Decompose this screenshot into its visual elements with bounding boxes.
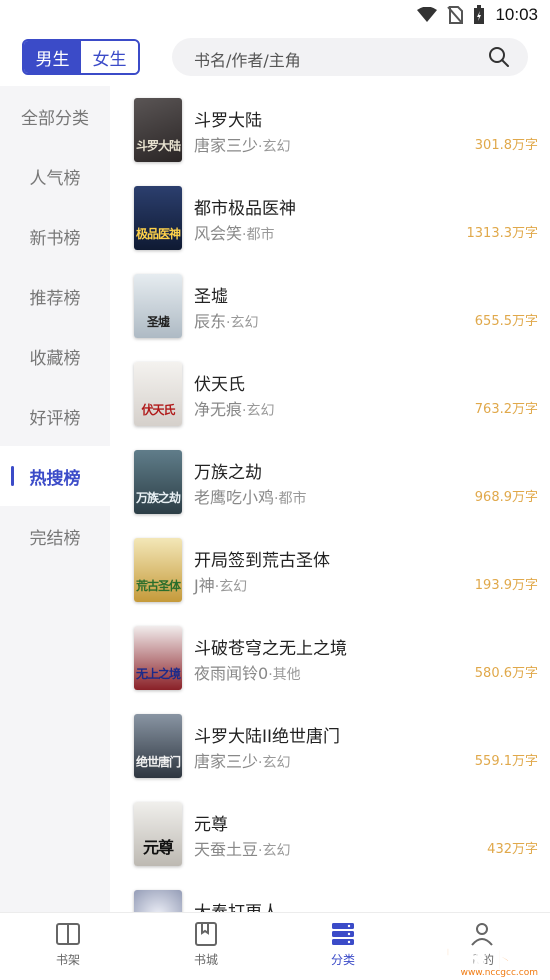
book-title: 开局签到荒古圣体 [194,551,330,571]
book-author: 唐家三少·玄幻 [194,752,291,771]
sidebar-item-recommend[interactable]: 推荐榜 [0,266,110,326]
nav-category[interactable]: 分类 [303,921,383,977]
book-cover[interactable]: 绝世唐门 [134,714,182,778]
list-item[interactable]: 极品医神 都市极品医神 风会笑·都市 1313.3万字 [110,174,550,262]
book-title: 都市极品医神 [194,199,296,219]
list-item[interactable]: 万族之劫 万族之劫 老鹰吃小鸡·都市 968.9万字 [110,438,550,526]
book-author: 天蚕土豆·玄幻 [194,840,291,859]
word-count: 763.2万字 [474,402,538,417]
book-author: J神·玄幻 [194,576,248,595]
book-cover[interactable]: 伏天氏 [134,362,182,426]
wifi-icon [417,7,438,22]
list-item[interactable]: 元尊 元尊 天蚕土豆·玄幻 432万字 [110,790,550,878]
category-sidebar: 全部分类 人气榜 新书榜 推荐榜 收藏榜 好评榜 热搜榜 完结榜 [0,86,110,912]
list-item[interactable]: 无上之境 斗破苍穹之无上之境 夜雨闻铃0·其他 580.6万字 [110,614,550,702]
book-author: 净无痕·玄幻 [194,400,275,419]
book-author: 辰东·玄幻 [194,312,259,331]
book-cover[interactable]: 荒古圣体 [134,538,182,602]
no-sim-icon [447,6,464,24]
book-cover[interactable]: 无上之境 [134,626,182,690]
sidebar-item-favorites[interactable]: 收藏榜 [0,326,110,386]
book-cover[interactable]: 斗罗大陆 [134,98,182,162]
list-item[interactable]: 荒古圣体 开局签到荒古圣体 J神·玄幻 193.9万字 [110,526,550,614]
book-cover[interactable]: 圣墟 [134,274,182,338]
watermark-logo: 南城下载 www.nccgcc.com [436,945,540,979]
top-header: 男生 女生 书名/作者/主角 [0,32,550,84]
list-item[interactable]: 绝世唐门 斗罗大陆II绝世唐门 唐家三少·玄幻 559.1万字 [110,702,550,790]
sidebar-item-new[interactable]: 新书榜 [0,206,110,266]
book-author: 唐家三少·玄幻 [194,136,291,155]
tab-female[interactable]: 女生 [81,41,138,73]
word-count: 580.6万字 [474,666,538,681]
book-title: 万族之劫 [194,463,262,483]
sidebar-item-completed[interactable]: 完结榜 [0,506,110,566]
search-placeholder: 书名/作者/主角 [194,51,301,70]
book-title: 元尊 [194,815,228,835]
word-count: 559.1万字 [474,754,538,769]
active-indicator [11,466,14,486]
sidebar-item-hot-search[interactable]: 热搜榜 [0,446,110,506]
book-cover[interactable] [134,890,182,912]
book-author: 风会笑·都市 [194,224,275,243]
book-title: 斗罗大陆 [194,111,262,131]
nav-bookstore[interactable]: 书城 [166,921,246,977]
word-count: 1313.3万字 [466,226,539,241]
book-title: 伏天氏 [194,375,245,395]
book-title: 斗罗大陆II绝世唐门 [194,727,341,747]
search-bar[interactable]: 书名/作者/主角 [172,38,528,76]
category-icon [332,923,354,945]
status-bar: 10:03 [0,0,550,32]
nav-bookshelf[interactable]: 书架 [28,921,108,977]
list-item[interactable]: 圣墟 圣墟 辰东·玄幻 655.5万字 [110,262,550,350]
battery-charging-icon [474,5,485,24]
book-cover[interactable]: 万族之劫 [134,450,182,514]
sidebar-item-rating[interactable]: 好评榜 [0,386,110,446]
bookshelf-icon [56,923,80,945]
search-icon[interactable] [488,46,510,68]
list-item[interactable]: 伏天氏 伏天氏 净无痕·玄幻 763.2万字 [110,350,550,438]
book-title: 斗破苍穹之无上之境 [194,639,347,659]
book-title: 圣墟 [194,287,228,307]
word-count: 193.9万字 [474,578,538,593]
list-item[interactable]: 大奉打更人 [110,878,550,912]
status-time: 10:03 [495,5,538,24]
word-count: 432万字 [487,842,538,857]
word-count: 301.8万字 [474,138,538,153]
bookstore-icon [195,922,217,946]
book-author: 老鹰吃小鸡·都市 [194,488,307,507]
gender-switch: 男生 女生 [22,39,140,75]
book-author: 夜雨闻铃0·其他 [194,664,301,683]
book-list: 斗罗大陆 斗罗大陆 唐家三少·玄幻 301.8万字 极品医神 都市极品医神 风会… [110,86,550,912]
sidebar-item-popular[interactable]: 人气榜 [0,146,110,206]
sidebar-item-all[interactable]: 全部分类 [0,86,110,146]
word-count: 655.5万字 [474,314,538,329]
book-cover[interactable]: 元尊 [134,802,182,866]
list-item[interactable]: 斗罗大陆 斗罗大陆 唐家三少·玄幻 301.8万字 [110,86,550,174]
book-cover[interactable]: 极品医神 [134,186,182,250]
book-title: 大奉打更人 [194,898,279,912]
word-count: 968.9万字 [474,490,538,505]
tab-male[interactable]: 男生 [24,41,81,73]
